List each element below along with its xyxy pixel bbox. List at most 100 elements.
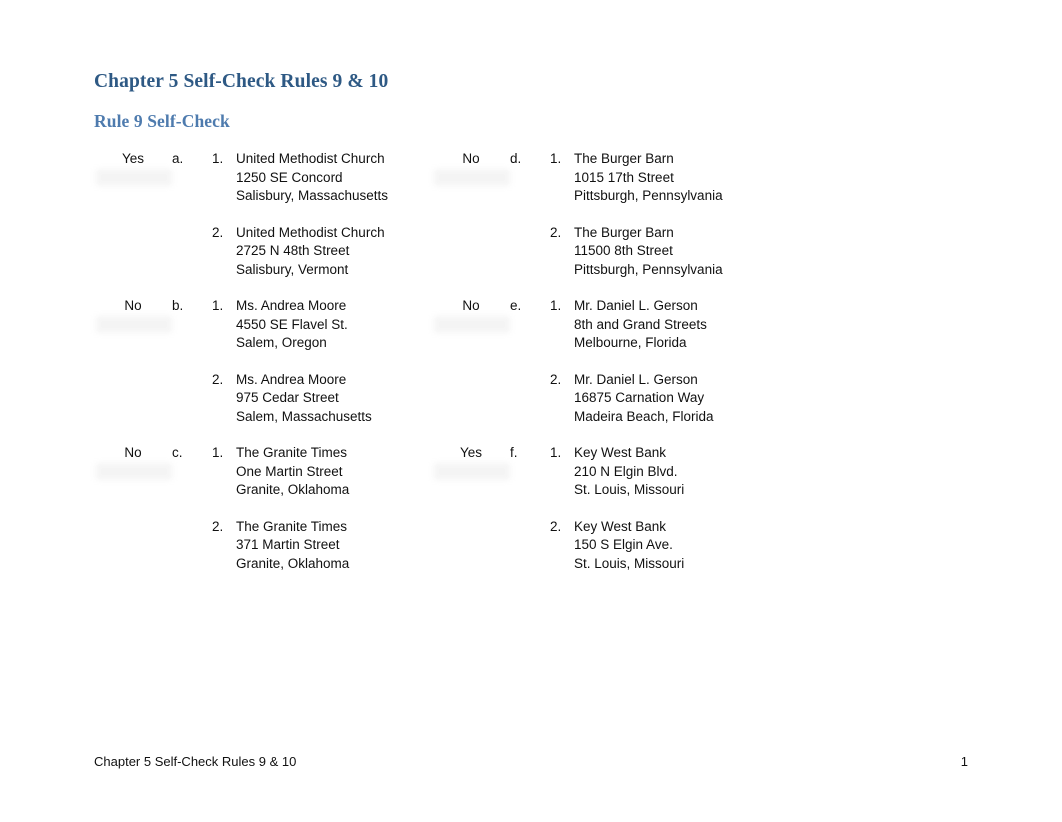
address-lines: The Burger Barn 1015 17th Street Pittsburg… [574,150,772,206]
exercise-group: No d. 1. The Burger Barn 1015 17th Street Pit… [432,150,772,279]
address-line: United Methodist Church [236,151,385,166]
address-lines: Ms. Andrea Moore 975 Cedar Street Salem, M… [236,371,434,427]
address-lines: Mr. Daniel L. Gerson 16875 Carnation Way M… [574,371,772,427]
address-item: 2. United Methodist Church 2725 N 48th Str… [212,224,434,280]
exercise-column-left: Yes a. 1. United Methodist Church 1250 SE Co… [94,150,434,591]
item-letter: b. [172,298,184,313]
address-line: Mr. Daniel L. Gerson [574,371,698,387]
answer-value: No [124,298,142,313]
address-lines: Mr. Daniel L. Gerson 8th and Grand Street… [574,297,772,353]
address-line: 11500 8th Street [574,243,673,258]
address-line: 2725 N 48th Street [236,243,350,258]
address-line: St. Louis, Missouri [574,555,685,571]
address-line: The Burger Barn [574,224,674,240]
address-item: 1. The Burger Barn 1015 17th Street Pittsbu… [550,150,772,206]
address-item: 2. Ms. Andrea Moore 975 Cedar Street Salem,… [212,371,434,427]
redacted-answer-blank [96,463,172,480]
answer-value: No [462,298,480,313]
section-heading: Rule 9 Self-Check [94,111,230,131]
address-line: The Burger Barn [574,151,674,166]
address-item: 1. Key West Bank 210 N Elgin Blvd. St. Loui… [550,444,772,500]
address-line: Pittsburgh, Pennsylvania [574,261,723,277]
document-page: Chapter 5 Self-Check Rules 9 & 10 Rule 9… [0,0,1062,822]
footer-title: Chapter 5 Self-Check Rules 9 & 10 [94,754,297,769]
address-line: Ms. Andrea Moore [236,371,347,387]
address-line: 150 S Elgin Ave. [574,537,673,552]
address-line: 16875 Carnation Way [574,390,705,405]
address-line: Salisbury, Vermont [236,261,349,277]
address-item: 1. Mr. Daniel L. Gerson 8th and Grand Stre… [550,297,772,353]
address-line: 1250 SE Concord [236,169,343,185]
address-line: 975 Cedar Street [236,390,339,405]
item-letter: d. [510,151,522,166]
address-line: St. Louis, Missouri [574,482,685,497]
address-item: 2. The Burger Barn 11500 8th Street Pittsbu… [550,224,772,280]
address-item-number: 2. [550,224,562,240]
address-item-list: 1. United Methodist Church 1250 SE Concord… [212,150,434,279]
redacted-answer-blank [434,463,510,480]
exercise-group: Yes a. 1. United Methodist Church 1250 SE Co… [94,150,434,279]
address-line: One Martin Street [236,463,343,479]
address-line: 371 Martin Street [236,537,340,552]
exercise-group: Yes f. 1. Key West Bank 210 N Elgin Blvd. St.… [432,444,772,573]
address-item-number: 1. [550,151,562,166]
address-item: 1. United Methodist Church 1250 SE Concord… [212,150,434,206]
item-letter: c. [172,445,183,460]
footer-page-number: 1 [960,754,968,769]
address-line: Granite, Oklahoma [236,555,350,571]
address-lines: The Granite Times 371 Martin Street Granit… [236,518,434,574]
address-item: 1. Ms. Andrea Moore 4550 SE Flavel St. Sale… [212,297,434,353]
exercise-group: No e. 1. Mr. Daniel L. Gerson 8th and Grand … [432,297,772,426]
item-letter: a. [172,151,184,166]
address-item-number: 1. [550,445,562,460]
answer-value: Yes [459,445,483,460]
address-lines: Key West Bank 150 S Elgin Ave. St. Louis, … [574,518,772,574]
address-item-number: 2. [550,518,562,534]
address-line: The Granite Times [236,518,348,534]
address-item-list: 1. Mr. Daniel L. Gerson 8th and Grand Stre… [550,297,772,426]
address-line: Granite, Oklahoma [236,482,350,497]
redacted-answer-blank [434,169,510,186]
address-line: Key West Bank [574,518,667,534]
exercise-group: No c. 1. The Granite Times One Martin Street… [94,444,434,573]
answer-value: No [124,445,142,460]
address-lines: The Burger Barn 11500 8th Street Pittsburg… [574,224,772,280]
exercise-group: No b. 1. Ms. Andrea Moore 4550 SE Flavel St.… [94,297,434,426]
page-title: Chapter 5 Self-Check Rules 9 & 10 [94,71,389,92]
address-line: Pittsburgh, Pennsylvania [574,188,723,203]
address-item: 2. The Granite Times 371 Martin Street Gran… [212,518,434,574]
answer-cell: Yes [432,444,510,480]
address-lines: United Methodist Church 2725 N 48th Stree… [236,224,434,280]
answer-value: No [462,151,480,166]
address-item-number: 2. [212,224,224,240]
redacted-answer-blank [434,316,510,333]
address-item-number: 2. [212,518,224,534]
answer-cell: No [94,444,172,480]
address-item-number: 2. [212,371,224,387]
redacted-answer-blank [96,169,172,186]
address-item-list: 1. Key West Bank 210 N Elgin Blvd. St. Loui… [550,444,772,573]
address-lines: Ms. Andrea Moore 4550 SE Flavel St. Salem,… [236,297,434,353]
address-line: 1015 17th Street [574,169,674,185]
exercise-column-right: No d. 1. The Burger Barn 1015 17th Street Pit… [432,150,772,591]
address-lines: United Methodist Church 1250 SE Concord Sa… [236,150,434,206]
answer-cell: No [432,297,510,333]
answer-cell: No [94,297,172,333]
address-item-list: 1. The Burger Barn 1015 17th Street Pittsbu… [550,150,772,279]
answer-cell: No [432,150,510,186]
address-line: Key West Bank [574,445,667,460]
answer-value: Yes [121,151,145,166]
address-line: The Granite Times [236,445,348,460]
redacted-answer-blank [96,316,172,333]
address-item: 2. Key West Bank 150 S Elgin Ave. St. Louis… [550,518,772,574]
address-line: Ms. Andrea Moore [236,298,347,313]
address-line: 8th and Grand Streets [574,316,707,332]
answer-cell: Yes [94,150,172,186]
address-item-list: 1. Ms. Andrea Moore 4550 SE Flavel St. Sale… [212,297,434,426]
item-letter: e. [510,298,522,313]
address-item-number: 1. [550,298,562,313]
address-line: Salem, Massachusetts [236,408,372,424]
address-line: Mr. Daniel L. Gerson [574,298,698,313]
address-item: 1. The Granite Times One Martin Street Gran… [212,444,434,500]
address-item-number: 2. [550,371,562,387]
